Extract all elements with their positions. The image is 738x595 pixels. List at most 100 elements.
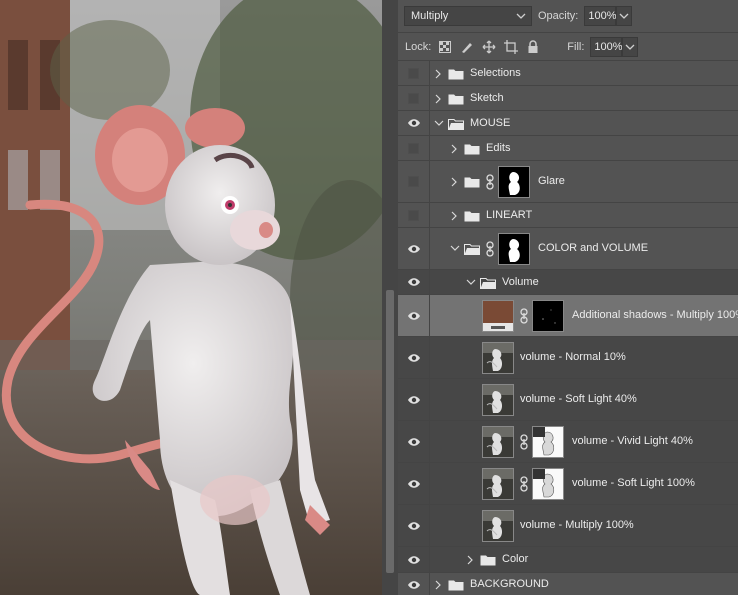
folder-open-icon	[464, 243, 480, 258]
layer-row[interactable]: COLOR and VOLUME	[398, 228, 738, 270]
lock-position-icon[interactable]	[481, 39, 497, 55]
layer-name: Color	[502, 553, 529, 565]
layer-name: BACKGROUND	[470, 578, 549, 590]
visibility-toggle-off[interactable]	[398, 61, 430, 85]
layer-mask-thumbnail[interactable]	[532, 426, 564, 458]
folder-icon	[448, 93, 464, 108]
layer-row[interactable]: MOUSE	[398, 111, 738, 136]
eye-icon[interactable]	[398, 421, 430, 462]
layer-name: Volume	[502, 275, 539, 288]
layer-row[interactable]: Sketch	[398, 86, 738, 111]
lock-transparent-pixels-icon[interactable]	[437, 39, 453, 55]
layers-toolbar: Multiply Opacity: 100%	[398, 0, 738, 33]
visibility-toggle-off[interactable]	[398, 86, 430, 110]
folder-open-icon	[480, 277, 496, 292]
layer-mask-thumbnail[interactable]	[498, 166, 530, 198]
layer-row[interactable]: Glare	[398, 161, 738, 203]
folder-icon	[464, 176, 480, 191]
layer-thumbnail[interactable]	[482, 384, 514, 416]
chevron-right-icon[interactable]	[450, 177, 458, 187]
eye-icon[interactable]	[398, 270, 430, 294]
chevron-right-icon[interactable]	[450, 144, 458, 154]
chevron-right-icon[interactable]	[434, 69, 442, 79]
opacity-dropdown[interactable]	[616, 6, 633, 26]
layer-thumbnail[interactable]	[482, 468, 514, 500]
chevron-down-icon	[625, 41, 635, 56]
document-canvas[interactable]	[0, 0, 382, 595]
layer-mask-thumbnail[interactable]	[532, 300, 564, 332]
layer-row[interactable]: volume - Multiply 100%	[398, 505, 738, 547]
layer-thumbnail[interactable]	[482, 510, 514, 542]
layer-thumbnail[interactable]	[482, 300, 514, 332]
eye-icon[interactable]	[398, 505, 430, 546]
layer-row[interactable]: volume - Soft Light 40%	[398, 379, 738, 421]
blend-mode-select[interactable]: Multiply	[404, 6, 532, 26]
opacity-label: Opacity:	[538, 10, 579, 22]
layer-row[interactable]: volume - Normal 10%	[398, 337, 738, 379]
layer-mask-thumbnail[interactable]	[498, 233, 530, 265]
eye-icon[interactable]	[398, 228, 430, 269]
layer-name: Glare	[538, 175, 565, 187]
eye-icon[interactable]	[398, 337, 430, 378]
artwork-image	[0, 0, 382, 595]
chevron-right-icon[interactable]	[434, 94, 442, 104]
chevron-down-icon[interactable]	[450, 244, 460, 252]
canvas-scrollbar[interactable]	[382, 0, 398, 595]
layer-row[interactable]: Edits	[398, 136, 738, 161]
layer-name: volume - Normal 10%	[520, 351, 626, 363]
link-icon[interactable]	[486, 241, 494, 260]
layer-name: Sketch	[470, 91, 504, 104]
visibility-toggle-off[interactable]	[398, 161, 430, 202]
layer-name: volume - Vivid Light 40%	[572, 435, 693, 447]
fill-dropdown[interactable]	[622, 36, 639, 57]
chevron-down-icon[interactable]	[466, 278, 476, 286]
link-icon[interactable]	[520, 434, 528, 453]
lock-label: Lock:	[405, 40, 432, 53]
visibility-toggle-off[interactable]	[398, 203, 430, 227]
layer-row[interactable]: volume - Vivid Light 40%	[398, 421, 738, 463]
chevron-right-icon[interactable]	[434, 580, 442, 590]
opacity-input[interactable]: 100%	[584, 6, 617, 26]
layer-thumbnail[interactable]	[482, 426, 514, 458]
eye-icon[interactable]	[398, 111, 430, 135]
lock-artboard-icon[interactable]	[503, 39, 519, 55]
layer-mask-thumbnail[interactable]	[532, 468, 564, 500]
chevron-down-icon[interactable]	[434, 119, 444, 127]
layer-row[interactable]: Color	[398, 547, 738, 573]
layer-name: volume - Soft Light 100%	[572, 477, 695, 489]
eye-icon[interactable]	[398, 547, 430, 572]
link-icon[interactable]	[520, 308, 528, 327]
layer-row[interactable]: volume - Soft Light 100%	[398, 463, 738, 505]
chevron-right-icon[interactable]	[466, 555, 474, 565]
link-icon[interactable]	[486, 174, 494, 193]
folder-icon	[448, 68, 464, 83]
opacity-value: 100%	[588, 10, 617, 22]
visibility-toggle-off[interactable]	[398, 136, 430, 160]
eye-icon[interactable]	[398, 295, 430, 336]
fill-label: Fill:	[567, 40, 585, 53]
folder-open-icon	[448, 118, 464, 133]
layer-thumbnail[interactable]	[482, 342, 514, 374]
layer-name: volume - Soft Light 40%	[520, 393, 637, 405]
layer-name: COLOR and VOLUME	[538, 242, 649, 254]
lock-all-icon[interactable]	[525, 39, 541, 55]
layer-row[interactable]: Volume	[398, 270, 738, 295]
chevron-right-icon[interactable]	[450, 211, 458, 221]
link-icon[interactable]	[520, 476, 528, 495]
layer-row[interactable]: BACKGROUND	[398, 573, 738, 595]
layer-row[interactable]: Additional shadows - Multiply 100%	[398, 295, 738, 337]
layer-name: volume - Multiply 100%	[520, 519, 634, 531]
fill-input[interactable]: 100%	[590, 36, 623, 57]
layers-panel: Multiply Opacity: 100% Lock: Fill: 100% …	[398, 0, 738, 595]
lock-image-pixels-icon[interactable]	[459, 39, 475, 55]
layer-row[interactable]: Selections	[398, 61, 738, 86]
eye-icon[interactable]	[398, 463, 430, 504]
eye-icon[interactable]	[398, 379, 430, 420]
chevron-down-icon	[516, 10, 526, 25]
eye-icon[interactable]	[398, 573, 430, 595]
layer-row[interactable]: LINEART	[398, 203, 738, 228]
folder-icon	[448, 579, 464, 594]
fill-value: 100%	[594, 40, 623, 53]
scrollbar-thumb[interactable]	[386, 290, 394, 573]
folder-icon	[480, 554, 496, 569]
